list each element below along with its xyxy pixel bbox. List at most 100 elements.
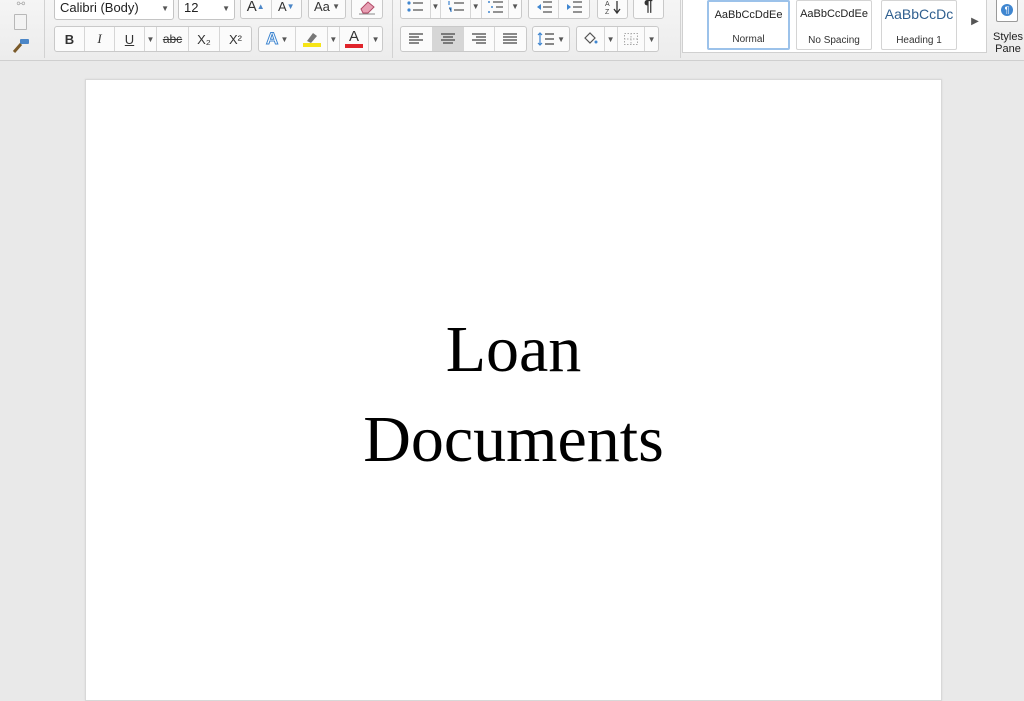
superscript-button[interactable]: X²	[220, 27, 251, 51]
chevron-down-icon: ▼	[278, 34, 289, 44]
format-painter-icon[interactable]	[11, 38, 31, 54]
bullets-options-button[interactable]: ▼	[431, 0, 442, 18]
chevron-down-icon: ▼	[431, 2, 440, 11]
sort-icon: AZ	[605, 0, 621, 15]
paste-icon[interactable]	[14, 14, 27, 30]
chevron-down-icon: ▼	[511, 2, 520, 11]
line-spacing-icon	[537, 32, 554, 46]
chevron-down-icon: ▼	[329, 2, 341, 11]
styles-gallery: AaBbCcDdEe Normal AaBbCcDdEe No Spacing …	[682, 0, 987, 53]
pilcrow-icon: ¶	[644, 0, 653, 15]
chevron-down-icon: ▼	[161, 4, 169, 13]
highlight-options-button[interactable]: ▼	[328, 27, 340, 51]
text-effects-button[interactable]: A ▼	[259, 27, 297, 51]
font-size-value: 12	[184, 0, 199, 15]
change-case-button[interactable]: Aa ▼	[308, 0, 346, 19]
multilevel-options-button[interactable]: ▼	[509, 0, 521, 18]
bulleted-list-icon	[407, 0, 424, 12]
highlighter-icon	[306, 33, 317, 43]
align-right-button[interactable]	[464, 27, 495, 51]
chevron-right-icon[interactable]: ▶	[968, 13, 982, 29]
shrink-font-button[interactable]: A ▼	[272, 0, 302, 18]
font-color-label: A	[348, 28, 359, 45]
show-formatting-button[interactable]: ¶	[633, 0, 664, 19]
font-color-options-button[interactable]: ▼	[369, 27, 382, 51]
style-normal[interactable]: AaBbCcDdEe Normal	[707, 0, 790, 50]
style-no-spacing[interactable]: AaBbCcDdEe No Spacing	[796, 0, 872, 50]
styles-pane-label: Styles Pane	[993, 31, 1023, 55]
bold-button[interactable]: B	[55, 27, 85, 51]
bullets-button[interactable]	[401, 0, 431, 18]
highlight-button[interactable]	[296, 27, 328, 51]
indent-group	[528, 0, 590, 19]
paint-bucket-icon	[584, 32, 598, 44]
underline-options-button[interactable]: ▼	[145, 27, 157, 51]
style-preview: AaBbCcDdEe	[714, 9, 783, 21]
separator	[44, 0, 45, 58]
underline-button[interactable]: U	[115, 27, 145, 51]
decrease-indent-button[interactable]	[529, 0, 560, 18]
strikethrough-button[interactable]: abc	[157, 27, 189, 51]
font-color-swatch	[344, 44, 363, 48]
line-spacing-button[interactable]: ▼	[532, 26, 570, 52]
chevron-down-icon: ▼	[647, 34, 656, 44]
align-center-button[interactable]	[432, 27, 464, 51]
align-left-icon	[409, 33, 424, 44]
align-left-button[interactable]	[401, 27, 433, 51]
justify-button[interactable]	[495, 27, 526, 51]
subscript-button[interactable]: X₂	[189, 27, 220, 51]
increase-indent-button[interactable]	[559, 0, 589, 18]
text-effects-label: A	[265, 29, 279, 49]
borders-icon	[623, 33, 638, 45]
numbering-button[interactable]	[441, 0, 471, 18]
font-size-adjust: A ▲ A ▼	[240, 0, 302, 19]
text-format-group: B I U ▼ abc X₂ X²	[54, 26, 252, 52]
chevron-down-icon: ▼	[222, 4, 230, 13]
chevron-down-icon: ▼	[329, 34, 338, 44]
font-name-select[interactable]: Calibri (Body) ▼	[54, 0, 174, 20]
numbered-list-icon	[447, 0, 464, 12]
style-name: Normal	[732, 34, 765, 45]
separator	[392, 0, 393, 58]
shading-button[interactable]	[577, 27, 605, 51]
list-group: ▼ ▼ ▼	[400, 0, 522, 19]
grow-font-button[interactable]: A ▲	[241, 0, 272, 18]
align-center-icon	[440, 33, 455, 44]
style-heading-1[interactable]: AaBbCcDc Heading 1	[881, 0, 957, 50]
chevron-down-icon: ▼	[146, 34, 155, 44]
clear-formatting-button[interactable]	[351, 0, 383, 19]
arrow-up-icon: ▲	[256, 2, 265, 11]
font-size-select[interactable]: 12 ▼	[178, 0, 235, 20]
document-title-line-1: Loan	[445, 313, 582, 386]
chevron-down-icon: ▼	[554, 34, 566, 44]
svg-text:Z: Z	[605, 9, 610, 15]
style-name: No Spacing	[808, 35, 860, 46]
multilevel-list-button[interactable]	[482, 0, 510, 18]
borders-button[interactable]	[618, 27, 646, 51]
justify-icon	[503, 33, 518, 44]
shrink-font-label: A	[277, 0, 287, 14]
style-preview: AaBbCcDdEe	[800, 8, 868, 20]
alignment-group	[400, 26, 527, 52]
grow-font-label: A	[246, 0, 257, 15]
decrease-indent-icon	[536, 0, 552, 13]
chevron-down-icon: ▼	[606, 34, 615, 44]
ribbon-toolbar: ⚯ Calibri (Body) ▼ 12 ▼ A ▲ A ▼ Aa ▼ B I U…	[0, 0, 1024, 61]
pilcrow-icon: ¶	[1001, 4, 1013, 16]
arrow-down-icon: ▼	[286, 2, 295, 11]
font-color-button[interactable]: A	[340, 27, 370, 51]
italic-button[interactable]: I	[85, 27, 115, 51]
highlight-color-swatch	[302, 43, 321, 47]
borders-options-button[interactable]: ▼	[645, 27, 658, 51]
sort-button[interactable]: AZ	[597, 0, 628, 19]
chevron-down-icon: ▼	[471, 2, 480, 11]
document-page[interactable]: Loan Documents	[85, 79, 942, 701]
style-preview: AaBbCcDc	[884, 6, 954, 22]
chevron-down-icon: ▼	[371, 34, 380, 44]
styles-pane-icon: ¶	[996, 0, 1018, 22]
copy-icon[interactable]: ⚯	[12, 0, 30, 10]
styles-pane-button[interactable]: ¶ Styles Pane	[990, 0, 1024, 58]
numbering-options-button[interactable]: ▼	[471, 0, 482, 18]
shading-options-button[interactable]: ▼	[605, 27, 618, 51]
separator	[680, 0, 681, 58]
